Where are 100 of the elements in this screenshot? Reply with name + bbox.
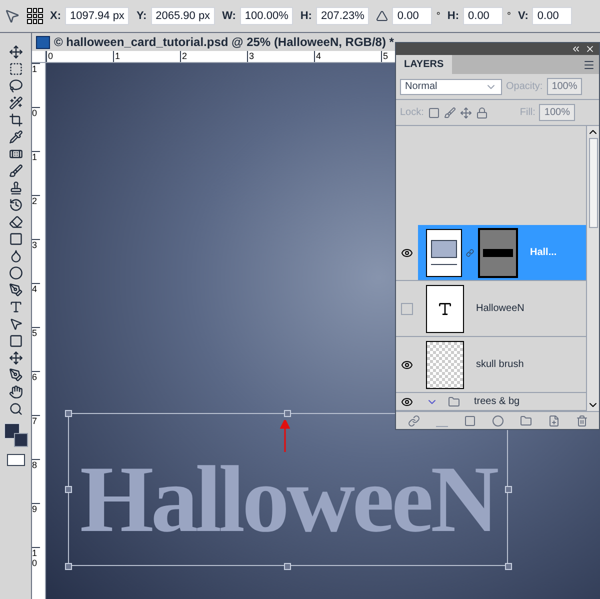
new-layer-icon[interactable] xyxy=(548,414,560,426)
scrollbar-thumb[interactable] xyxy=(588,138,598,228)
layers-tab[interactable]: LAYERS xyxy=(396,55,452,74)
hand-icon[interactable] xyxy=(8,385,22,399)
pointer-icon[interactable] xyxy=(8,317,22,331)
ruler-number: 5 xyxy=(32,327,40,371)
ruler-number: 1 xyxy=(113,51,180,62)
lock-position-icon[interactable] xyxy=(460,106,472,118)
field-label: W: xyxy=(222,8,236,24)
new-group-icon[interactable] xyxy=(520,414,532,426)
eyedropper-icon[interactable] xyxy=(8,130,22,144)
transform-handle[interactable] xyxy=(284,563,291,570)
layer-row[interactable]: skull brush xyxy=(396,337,586,393)
transform-handle[interactable] xyxy=(284,410,291,417)
eye-icon xyxy=(401,396,413,408)
input-field[interactable]: 0.00 xyxy=(532,7,572,25)
lock-label: Lock: xyxy=(400,106,424,120)
brush-icon[interactable] xyxy=(8,164,22,178)
layer-name: Hall... xyxy=(530,246,557,260)
ruler-number: 2 xyxy=(180,51,247,62)
unit-label: ° xyxy=(507,10,512,24)
ruler-number: 0 xyxy=(32,107,40,151)
unit-label: ° xyxy=(436,10,440,24)
photoshop-logo-icon xyxy=(36,36,50,48)
close-icon[interactable] xyxy=(585,44,595,54)
layer-row[interactable]: trees & bg xyxy=(396,393,586,411)
crop-icon[interactable] xyxy=(8,113,22,127)
field-label: X: xyxy=(50,8,61,24)
field-label: H: xyxy=(300,8,312,24)
ruler-number: 6 xyxy=(32,371,40,415)
lock-pixels-icon[interactable] xyxy=(444,106,456,118)
ruler-number: 0 xyxy=(46,51,113,62)
droplet-icon[interactable] xyxy=(8,249,22,263)
ruler-number: 9 xyxy=(32,503,40,547)
empty-visibility-box xyxy=(401,302,413,314)
blend-mode-value: Normal xyxy=(405,80,438,94)
text-layer-thumbnail xyxy=(426,284,464,332)
type-icon[interactable] xyxy=(8,300,22,314)
blend-mode-dropdown[interactable]: Normal xyxy=(400,78,502,94)
reference-point-icon[interactable] xyxy=(27,8,43,24)
input-field[interactable]: 1097.94 px xyxy=(65,7,130,25)
move-icon[interactable] xyxy=(8,45,22,59)
folder-icon xyxy=(446,396,462,408)
halloween-title: HalloweeN xyxy=(80,452,496,547)
opacity-label: Opacity: xyxy=(506,80,543,94)
ruler-number: 4 xyxy=(32,283,40,327)
link-layers-icon[interactable] xyxy=(408,414,420,426)
quick-mask-icon[interactable] xyxy=(6,454,24,466)
ruler-number: 7 xyxy=(32,415,40,459)
field-label: V: xyxy=(518,8,528,24)
eye-icon xyxy=(401,246,413,258)
eraser-icon[interactable] xyxy=(8,215,22,229)
collapse-icon[interactable] xyxy=(571,44,581,54)
layer-mask-thumbnail xyxy=(478,228,518,278)
pen-tool-icon[interactable] xyxy=(8,368,22,382)
lock-all-icon[interactable] xyxy=(476,106,488,118)
wand-icon[interactable] xyxy=(8,96,22,110)
history-brush-icon[interactable] xyxy=(8,198,22,212)
transform-handle[interactable] xyxy=(65,563,72,570)
input-field[interactable]: 0.00 xyxy=(392,7,432,25)
zoom-icon[interactable] xyxy=(8,402,22,416)
lasso-icon[interactable] xyxy=(8,79,22,93)
stamp-icon[interactable] xyxy=(8,181,22,195)
panel-menu-icon[interactable] xyxy=(583,58,595,70)
transform-handle[interactable] xyxy=(65,486,72,493)
field-label: H: xyxy=(447,8,460,24)
ruler-number: 1 0 xyxy=(32,547,40,591)
input-field[interactable]: 100.00% xyxy=(240,7,294,25)
layer-thumbnail xyxy=(426,228,462,276)
link-icon xyxy=(466,246,474,258)
input-field[interactable]: 2065.90 px xyxy=(150,7,216,25)
ruler-number: 1 xyxy=(32,63,40,107)
move-tool-icon[interactable] xyxy=(4,8,20,24)
ruler-number: 3 xyxy=(32,239,40,283)
arrow-up-icon xyxy=(280,420,290,452)
ruler-number: 4 xyxy=(314,51,381,62)
checkerboard-thumbnail xyxy=(426,340,464,388)
input-field[interactable]: 0.00 xyxy=(463,7,504,25)
transform-handle[interactable] xyxy=(505,486,512,493)
ruler-number: 2 xyxy=(32,195,40,239)
transform-handle[interactable] xyxy=(65,410,72,417)
layer-name: skull brush xyxy=(476,358,524,372)
layer-name: HalloweeN xyxy=(476,302,524,316)
scrollbar[interactable] xyxy=(586,126,599,411)
fill-label: Fill: xyxy=(520,106,536,120)
layer-name: trees & bg xyxy=(474,395,520,409)
marquee-icon[interactable] xyxy=(8,62,22,76)
ruler-number: 8 xyxy=(32,459,40,503)
color-swatches-icon[interactable] xyxy=(4,423,28,447)
ruler-number: 3 xyxy=(247,51,314,62)
rectangle-icon[interactable] xyxy=(8,334,22,348)
pen-icon[interactable] xyxy=(8,283,22,297)
layer-row[interactable]: HalloweeN xyxy=(396,281,586,337)
lock-transparency-icon[interactable] xyxy=(428,106,440,118)
field-label: Y: xyxy=(136,8,147,24)
bandage-icon[interactable] xyxy=(8,147,22,161)
input-field[interactable]: 207.23% xyxy=(316,7,370,25)
fill-field[interactable]: 100% xyxy=(539,104,575,121)
transform-handle[interactable] xyxy=(505,563,512,570)
opacity-field[interactable]: 100% xyxy=(546,78,582,95)
